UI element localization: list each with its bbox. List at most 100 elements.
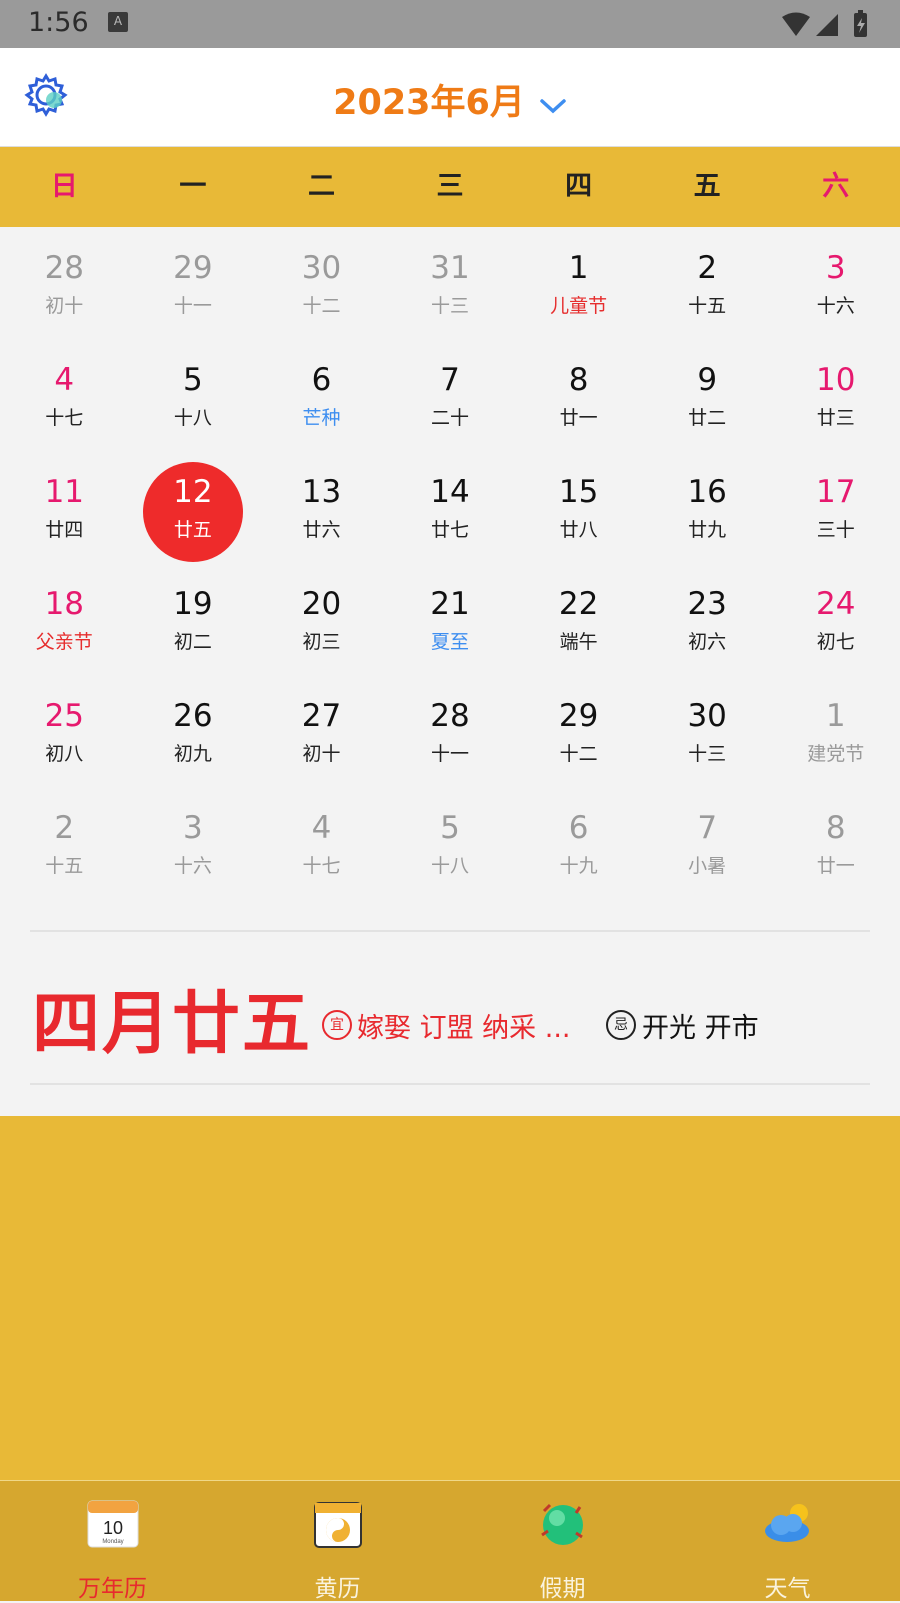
calendar-day[interactable]: 1 儿童节	[514, 228, 643, 340]
weekday-sun: 日	[50, 171, 78, 202]
day-number: 2	[54, 810, 75, 846]
calendar-day[interactable]: 3 十六	[129, 788, 258, 900]
calendar-day[interactable]: 11 廿四	[0, 452, 129, 564]
calendar-day[interactable]: 1 建党节	[771, 676, 900, 788]
calendar-week-row: 4 十七 5 十八 6 芒种 7 二十 8 廿一 9 廿二 10 廿三	[0, 340, 900, 452]
calendar-day[interactable]: 10 廿三	[771, 340, 900, 452]
day-number: 16	[687, 474, 727, 510]
month-selector[interactable]: 2023年6月	[0, 74, 900, 125]
day-number: 13	[301, 474, 342, 510]
calendar-day[interactable]: 28 十一	[386, 676, 515, 788]
calendar-day[interactable]: 20 初三	[257, 564, 386, 676]
calendar-day[interactable]: 14 廿七	[386, 452, 515, 564]
calendar-day[interactable]: 8 廿一	[514, 340, 643, 452]
lunar-label: 廿三	[816, 407, 855, 429]
tab-almanac[interactable]: 黄历	[225, 1481, 450, 1602]
weekday-mon: 一	[179, 171, 207, 202]
content-panel	[0, 1116, 900, 1480]
tab-weather[interactable]: 天气	[675, 1481, 900, 1602]
calendar-week-row: 25 初八 26 初九 27 初十 28 十一 29 十二 30 十三 1 建党节	[0, 676, 900, 788]
calendar-day[interactable]: 21 夏至	[386, 564, 515, 676]
ji-badge: 忌	[606, 1010, 636, 1040]
day-number: 30	[301, 250, 342, 286]
lunar-label: 十八	[431, 855, 470, 877]
calendar-day[interactable]: 29 十二	[514, 676, 643, 788]
calendar-day[interactable]: 2 十五	[0, 788, 129, 900]
lunar-label: 初二	[173, 631, 212, 653]
lunar-label: 十六	[816, 295, 855, 317]
day-number: 23	[687, 586, 727, 622]
calendar-day[interactable]: 17 三十	[771, 452, 900, 564]
calendar-day[interactable]: 27 初十	[257, 676, 386, 788]
day-number: 2	[697, 250, 718, 286]
calendar-day[interactable]: 30 十三	[643, 676, 772, 788]
lunar-label: 十八	[173, 407, 212, 429]
day-number: 14	[430, 474, 470, 510]
tab-holiday[interactable]: 假期	[450, 1481, 675, 1602]
lunar-label: 芒种	[302, 407, 341, 429]
weekday-tue: 二	[307, 171, 335, 202]
calendar-day[interactable]: 7 二十	[386, 340, 515, 452]
calendar-day[interactable]: 4 十七	[257, 788, 386, 900]
day-number: 7	[440, 362, 460, 398]
lunar-label: 十七	[45, 407, 84, 429]
calendar-day[interactable]: 8 廿一	[771, 788, 900, 900]
calendar-icon-weekday: Monday	[102, 1539, 123, 1545]
calendar-day[interactable]: 6 芒种	[257, 340, 386, 452]
calendar-day[interactable]: 28 初十	[0, 228, 129, 340]
calendar-day[interactable]: 9 廿二	[643, 340, 772, 452]
lunar-label: 初六	[688, 631, 727, 653]
lunar-label: 十六	[173, 855, 212, 877]
calendar-day[interactable]: 5 十八	[386, 788, 515, 900]
lunar-label: 初三	[302, 631, 341, 653]
calendar-day[interactable]: 30 十二	[257, 228, 386, 340]
yin-yang-calendar-icon	[313, 1502, 362, 1548]
divider-bottom	[30, 1083, 870, 1085]
calendar-grid: 28 初十 29 十一 30 十二 31 十三 1 儿童节 2 十五 3 十六 4 十七 5 十八 6 芒种 7 二十 8 廿…	[0, 228, 900, 900]
calendar-icon-day: 10	[102, 1518, 122, 1538]
calendar-day[interactable]: 18 父亲节	[0, 564, 129, 676]
day-number: 17	[816, 474, 856, 510]
calendar-day[interactable]: 2 十五	[643, 228, 772, 340]
calendar-day[interactable]: 25 初八	[0, 676, 129, 788]
day-number: 6	[568, 810, 589, 846]
calendar-day[interactable]: 5 十八	[129, 340, 258, 452]
tab-calendar[interactable]: 10 Monday 万年历	[0, 1481, 225, 1602]
day-number: 29	[173, 250, 213, 286]
calendar-day[interactable]: 4 十七	[0, 340, 129, 452]
day-number: 26	[173, 698, 213, 734]
calendar-day[interactable]: 31 十三	[386, 228, 515, 340]
calendar-day[interactable]: 29 十一	[129, 228, 258, 340]
day-number: 15	[558, 474, 599, 510]
weekday-header: 日 一 二 三 四 五 六	[0, 147, 900, 227]
calendar-day[interactable]: 6 十九	[514, 788, 643, 900]
calendar-day[interactable]: 7 小暑	[643, 788, 772, 900]
ji-activities[interactable]: 开光 开市	[642, 1006, 759, 1045]
notification-a-icon: A	[108, 12, 128, 32]
yi-activities[interactable]: 嫁娶 订盟 纳采 ...	[357, 1006, 571, 1045]
lunar-label: 儿童节	[550, 295, 608, 317]
status-icons	[780, 10, 880, 42]
calendar-day[interactable]: 22 端午	[514, 564, 643, 676]
calendar-day[interactable]: 19 初二	[129, 564, 258, 676]
yi-badge: 宜	[322, 1010, 352, 1040]
globe-icon	[540, 1503, 583, 1545]
day-number: 11	[44, 474, 85, 510]
desk-calendar-icon: 10 Monday	[87, 1500, 138, 1548]
weekday-thu: 四	[565, 171, 593, 202]
calendar-day-today[interactable]: 12 廿五	[129, 452, 258, 564]
day-number: 12	[173, 474, 213, 510]
calendar-day[interactable]: 13 廿六	[257, 452, 386, 564]
calendar-day[interactable]: 23 初六	[643, 564, 772, 676]
calendar-day[interactable]: 26 初九	[129, 676, 258, 788]
calendar-week-row: 18 父亲节 19 初二 20 初三 21 夏至 22 端午 23 初六 24 初七	[0, 564, 900, 676]
calendar-day[interactable]: 16 廿九	[643, 452, 772, 564]
weekday-wed: 三	[436, 171, 464, 202]
lunar-label: 初十	[302, 743, 341, 765]
calendar-day[interactable]: 24 初七	[771, 564, 900, 676]
day-number: 3	[183, 810, 203, 846]
lunar-label: 父亲节	[35, 631, 93, 653]
calendar-day[interactable]: 15 廿八	[514, 452, 643, 564]
calendar-day[interactable]: 3 十六	[771, 228, 900, 340]
lunar-label: 小暑	[688, 855, 727, 877]
